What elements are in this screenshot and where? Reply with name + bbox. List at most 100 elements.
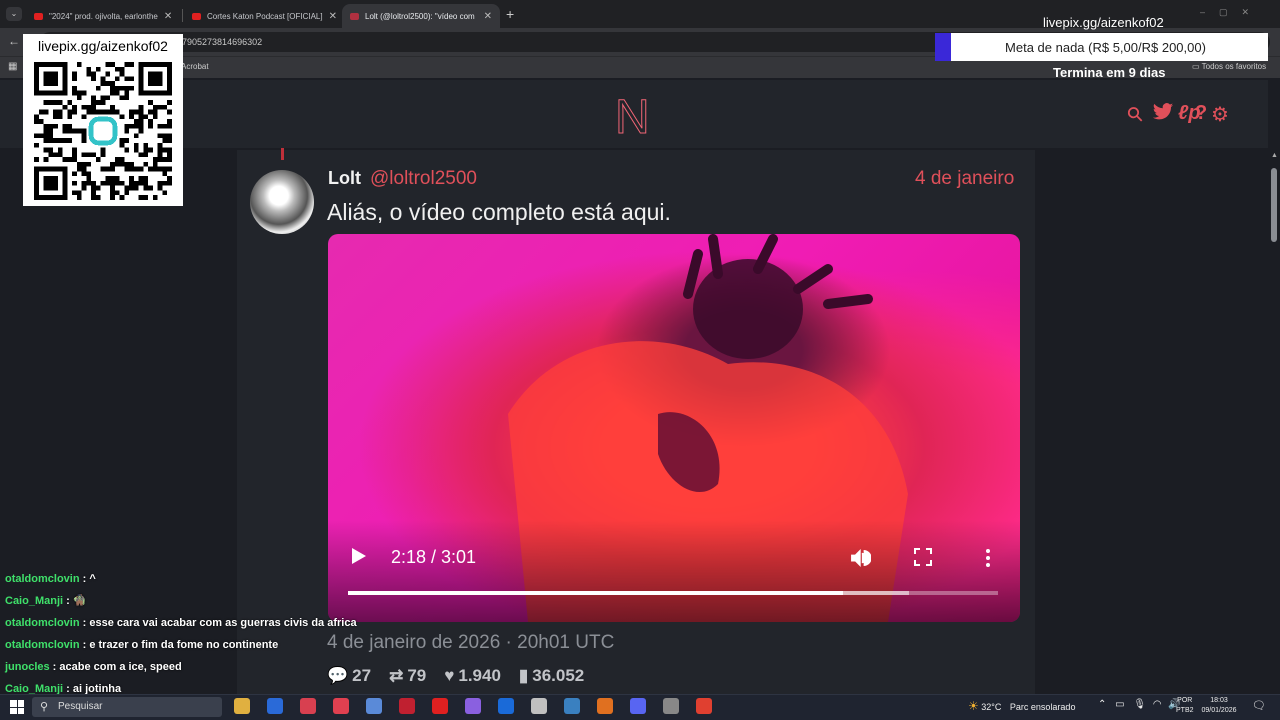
tab-title: Lolt (@loltrol2500): "vídeo com xyxy=(365,11,475,21)
weather-widget[interactable]: ☀ 32°C Parc ensolarado xyxy=(968,699,1075,713)
taskbar-search[interactable]: ⚲ Pesquisar xyxy=(32,697,222,717)
tab-lolt-post[interactable]: Lolt (@loltrol2500): "vídeo com ✕ xyxy=(342,4,500,28)
taskbar-app-icon[interactable] xyxy=(300,698,316,714)
tab-title: "2024" prod. ojivolta, earlonthe xyxy=(49,11,158,21)
post-handle[interactable]: @loltrol2500 xyxy=(370,168,477,190)
close-icon[interactable]: ✕ xyxy=(484,11,492,22)
chat-username: junocles xyxy=(5,661,50,673)
new-tab-button[interactable]: + xyxy=(506,6,514,22)
taskbar-app-icon[interactable] xyxy=(597,698,613,714)
fullscreen-icon[interactable] xyxy=(914,548,932,566)
sun-cloud-icon: ☀ xyxy=(968,699,979,713)
all-bookmarks-label: Todos os favoritos xyxy=(1201,62,1267,71)
weather-desc: Parc ensolarado xyxy=(1009,702,1076,712)
chat-username: otaldomclovin xyxy=(5,617,80,629)
post-author[interactable]: Lolt xyxy=(328,168,361,189)
donation-goal-deadline: Termina em 9 dias xyxy=(1053,65,1166,80)
tab-search-button[interactable]: ⌄ xyxy=(6,7,22,21)
youtube-icon xyxy=(192,12,201,20)
taskbar-app-icon[interactable] xyxy=(267,698,283,714)
more-options-icon[interactable] xyxy=(985,549,991,569)
folder-icon: ▭ xyxy=(1192,62,1202,71)
chat-text: 🧌 xyxy=(72,595,87,607)
video-controls-shade xyxy=(328,520,1020,622)
play-icon[interactable] xyxy=(352,548,366,564)
chat-message: Caio_Manji : 🧌 xyxy=(5,595,87,607)
post-text: Aliás, o vídeo completo está aqui. xyxy=(327,199,671,225)
apps-grid-icon[interactable]: ▦ xyxy=(8,61,17,72)
search-icon: ⚲ xyxy=(40,701,49,713)
site-favicon-icon xyxy=(350,12,359,20)
gear-icon[interactable]: ⚙ xyxy=(1211,102,1229,127)
site-logo[interactable]: N xyxy=(615,90,651,145)
wifi-icon[interactable]: ◠ xyxy=(1153,699,1162,710)
donation-goal-text: Meta de nada (R$ 5,00/R$ 200,00) xyxy=(1005,40,1206,55)
scrollbar-thumb[interactable] xyxy=(1271,168,1277,242)
lang-primary: POR xyxy=(1177,697,1193,704)
chat-username: otaldomclovin xyxy=(5,573,80,585)
taskbar-app-icon[interactable] xyxy=(399,698,415,714)
likes-count: 1.940 xyxy=(458,666,501,685)
volume-icon[interactable] xyxy=(849,547,872,575)
system-tray[interactable]: ⌃ ▭ 🎙 ◠ 🔊 xyxy=(1098,699,1181,710)
post-date[interactable]: 4 de janeiro xyxy=(915,168,1014,190)
mic-icon[interactable]: 🎙 xyxy=(1133,699,1146,710)
qr-code xyxy=(34,62,172,200)
clock-date: 09/01/2026 xyxy=(1201,707,1237,714)
back-arrow-icon[interactable]: ← xyxy=(8,34,20,48)
taskbar-app-icon[interactable] xyxy=(630,698,646,714)
likes-stat[interactable]: ♥ 1.940 xyxy=(444,666,501,686)
chat-overlay: otaldomclovin : ^ Caio_Manji : 🧌 otaldomcl… xyxy=(5,568,425,700)
taskbar-app-icon[interactable] xyxy=(465,698,481,714)
taskbar-app-icon[interactable] xyxy=(663,698,679,714)
tray-chevron-icon[interactable]: ⌃ xyxy=(1098,699,1106,710)
taskbar-app-icon[interactable] xyxy=(564,698,580,714)
livepix-label: livepix.gg/aizenkof02 xyxy=(1043,15,1164,30)
taskbar-app-icon[interactable] xyxy=(234,698,250,714)
lang-secondary: PTB2 xyxy=(1176,707,1194,714)
taskbar-app-icon[interactable] xyxy=(696,698,712,714)
thread-connector xyxy=(281,148,284,160)
tab-title: Cortes Katon Podcast [OFICIAL] xyxy=(207,11,323,21)
chat-message: otaldomclovin : esse cara vai acabar com… xyxy=(5,617,357,629)
clock-time: 18:03 xyxy=(1210,697,1228,704)
windows-start-icon[interactable] xyxy=(10,700,24,714)
scroll-up-arrow-icon[interactable]: ▲ xyxy=(1271,152,1278,159)
twitter-icon[interactable] xyxy=(1152,102,1174,127)
video-time: 2:18 / 3:01 xyxy=(391,547,477,567)
window-controls[interactable]: –▢✕ xyxy=(1200,7,1263,18)
chat-message: otaldomclovin : ^ xyxy=(5,573,96,585)
taskbar-app-icon[interactable] xyxy=(531,698,547,714)
bar-chart-icon: ▮ xyxy=(518,666,529,685)
taskbar-app-icon[interactable] xyxy=(366,698,382,714)
chat-text: acabe com a ice, speed xyxy=(59,661,182,673)
chat-text: e trazer o fim da fome no continente xyxy=(89,639,279,651)
network-icon[interactable]: ▭ xyxy=(1115,699,1124,710)
taskbar-app-icon[interactable] xyxy=(333,698,349,714)
tab-divider xyxy=(182,9,183,22)
language-indicator[interactable]: POR PTB2 xyxy=(1176,696,1194,716)
tab-cortes-katon[interactable]: Cortes Katon Podcast [OFICIAL] ✕ xyxy=(184,4,340,28)
taskbar-clock[interactable]: 18:03 09/01/2026 xyxy=(1198,696,1240,716)
taskbar-search-label: Pesquisar xyxy=(58,701,103,712)
views-count: 36.052 xyxy=(532,666,585,685)
youtube-icon xyxy=(34,12,43,20)
weather-temp: 32°C xyxy=(981,702,1002,712)
chat-text: ^ xyxy=(89,573,96,585)
qr-label: livepix.gg/aizenkof02 xyxy=(38,38,168,54)
close-icon[interactable]: ✕ xyxy=(329,11,337,22)
chat-username: Caio_Manji xyxy=(5,595,64,607)
taskbar-app-icon[interactable] xyxy=(498,698,514,714)
close-icon[interactable]: ✕ xyxy=(164,11,172,22)
avatar[interactable] xyxy=(250,170,314,234)
chat-message: junocles : acabe com a ice, speed xyxy=(5,661,182,673)
chat-username: otaldomclovin xyxy=(5,639,80,651)
all-bookmarks-folder[interactable]: ▭ Todos os favoritos xyxy=(1192,62,1266,71)
tab-youtube-2024[interactable]: "2024" prod. ojivolta, earlonthe ✕ xyxy=(26,4,180,28)
taskbar-app-icon[interactable] xyxy=(432,698,448,714)
views-stat[interactable]: ▮ 36.052 xyxy=(519,666,584,686)
heart-icon: ♥ xyxy=(444,666,455,685)
notification-icon[interactable]: 🗨 xyxy=(1252,699,1266,712)
help-icon[interactable]: ? xyxy=(1195,102,1207,125)
bookmark-acrobat[interactable]: Acrobat xyxy=(181,62,209,71)
